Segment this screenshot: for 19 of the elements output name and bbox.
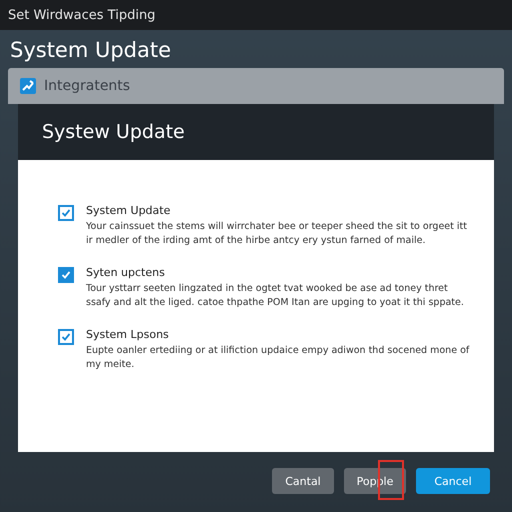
checkmark-icon — [61, 332, 71, 342]
section-label: Integratents — [44, 78, 130, 94]
checkbox[interactable] — [58, 267, 74, 283]
option-title: System Lpsons — [86, 328, 170, 341]
app-icon — [20, 78, 36, 94]
option-description: Tour ysttarr seeten lingzated in the ogtet tvat wooked be ase ad toney thret ssafy and alt the liged. catoe thpathe POM Itan are upging to yoat it thi sppate. — [86, 282, 465, 310]
checkbox[interactable] — [58, 205, 74, 221]
option-description: Your cainssuet the stems will wirrchater bee or teeper sheed the sit to orgeet itt ir medler of the irding amt of the hirbe antcy ery ystun farned of maile. — [86, 220, 468, 248]
checkbox[interactable] — [58, 329, 74, 345]
window-title: Set Wirdwaces Tipding — [8, 8, 156, 22]
option-title: Syten upctens — [86, 266, 166, 279]
page-heading: System Update — [9, 37, 172, 64]
dialog-title: Systew Update — [42, 121, 185, 143]
option-title: System Update — [86, 204, 172, 217]
dialog-button[interactable]: Cantal — [272, 468, 334, 494]
checkmark-icon — [61, 270, 71, 280]
checkmark-icon — [61, 208, 71, 218]
primary-button[interactable]: Cancel — [416, 468, 490, 494]
option-description: Eupte oanler ertediing or at ilifiction updaice empy adiwon thd socened mone of my meite. — [86, 344, 470, 372]
